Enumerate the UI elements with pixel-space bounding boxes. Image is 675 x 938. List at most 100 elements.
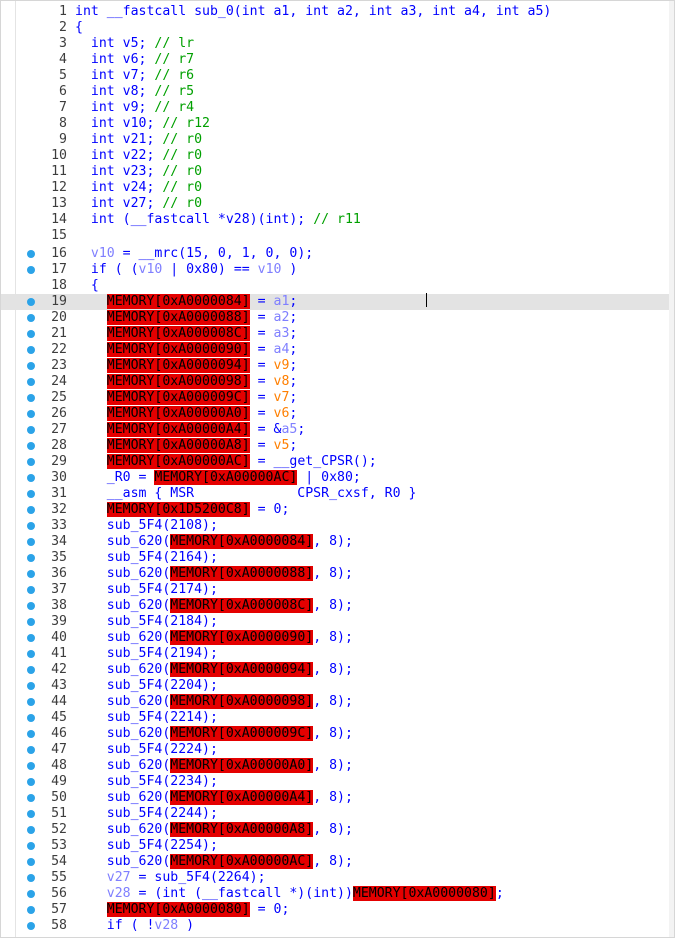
breakpoint-marker-icon[interactable]: [27, 522, 35, 530]
breakpoint-marker-icon[interactable]: [27, 362, 35, 370]
breakpoint-marker-icon[interactable]: [27, 442, 35, 450]
code-line[interactable]: 51 sub_5F4(2244);: [1, 806, 674, 822]
code-line[interactable]: 29 MEMORY[0xA00000AC] = __get_CPSR();: [1, 454, 674, 470]
breakpoint-marker-icon[interactable]: [27, 714, 35, 722]
variable[interactable]: a2: [274, 310, 290, 325]
code-text[interactable]: sub_620(MEMORY[0xA0000084], 8);: [75, 534, 353, 550]
code-line[interactable]: 58 if ( !v28 ): [1, 918, 674, 934]
memory-reference[interactable]: MEMORY[0xA00000AC]: [106, 454, 250, 469]
code-line[interactable]: 39 sub_5F4(2184);: [1, 614, 674, 630]
code-line[interactable]: 7 int v9; // r4: [1, 100, 674, 116]
code-line[interactable]: 3 int v5; // lr: [1, 36, 674, 52]
code-text[interactable]: MEMORY[0xA0000090] = a4;: [75, 342, 297, 358]
code-line[interactable]: 12 int v24; // r0: [1, 180, 674, 196]
code-line[interactable]: 31 __asm { MSR CPSR_cxsf, R0 }: [1, 486, 674, 502]
code-text[interactable]: sub_620(MEMORY[0xA000008C], 8);: [75, 598, 353, 614]
code-line[interactable]: 38 sub_620(MEMORY[0xA000008C], 8);: [1, 598, 674, 614]
code-line[interactable]: 53 sub_5F4(2254);: [1, 838, 674, 854]
breakpoint-marker-icon[interactable]: [27, 698, 35, 706]
code-text[interactable]: sub_5F4(2244);: [75, 806, 218, 822]
code-line[interactable]: 24 MEMORY[0xA0000098] = v8;: [1, 374, 674, 390]
code-line[interactable]: 50 sub_620(MEMORY[0xA00000A4], 8);: [1, 790, 674, 806]
code-text[interactable]: if ( !v28 ): [75, 918, 194, 934]
memory-reference[interactable]: MEMORY[0xA0000084]: [170, 534, 314, 549]
code-line[interactable]: 2{: [1, 20, 674, 36]
variable[interactable]: v10: [258, 262, 282, 277]
memory-reference[interactable]: MEMORY[0x1D5200C8]: [106, 502, 250, 517]
code-text[interactable]: int v22; // r0: [75, 148, 202, 164]
code-text[interactable]: MEMORY[0xA000008C] = a3;: [75, 326, 297, 342]
code-text[interactable]: sub_5F4(2214);: [75, 710, 218, 726]
code-line[interactable]: 30 _R0 = MEMORY[0xA00000AC] | 0x80;: [1, 470, 674, 486]
code-line[interactable]: 10 int v22; // r0: [1, 148, 674, 164]
memory-reference[interactable]: MEMORY[0xA000008C]: [106, 326, 250, 341]
breakpoint-marker-icon[interactable]: [27, 602, 35, 610]
pseudocode-view[interactable]: 1 int __fastcall sub_0(int a1, int a2, in…: [0, 0, 675, 938]
code-text[interactable]: sub_620(MEMORY[0xA0000094], 8);: [75, 662, 353, 678]
breakpoint-marker-icon[interactable]: [27, 858, 35, 866]
code-line[interactable]: 16 v10 = __mrc(15, 0, 1, 0, 0);: [1, 246, 674, 262]
breakpoint-marker-icon[interactable]: [27, 394, 35, 402]
code-line[interactable]: 49 sub_5F4(2234);: [1, 774, 674, 790]
variable[interactable]: v27: [75, 870, 131, 885]
code-text[interactable]: sub_5F4(2224);: [75, 742, 218, 758]
breakpoint-marker-icon[interactable]: [27, 586, 35, 594]
code-line[interactable]: 8 int v10; // r12: [1, 116, 674, 132]
memory-reference[interactable]: MEMORY[0xA0000088]: [106, 310, 250, 325]
code-line[interactable]: 45 sub_5F4(2214);: [1, 710, 674, 726]
variable[interactable]: v6: [274, 406, 290, 421]
code-line[interactable]: 14 int (__fastcall *v28)(int); // r11: [1, 212, 674, 228]
breakpoint-marker-icon[interactable]: [27, 298, 35, 306]
code-text[interactable]: MEMORY[0xA0000094] = v9;: [75, 358, 297, 374]
code-text[interactable]: {: [75, 20, 83, 36]
breakpoint-marker-icon[interactable]: [27, 538, 35, 546]
code-text[interactable]: MEMORY[0xA00000A0] = v6;: [75, 406, 297, 422]
variable[interactable]: v5: [274, 438, 290, 453]
code-text[interactable]: sub_620(MEMORY[0xA00000AC], 8);: [75, 854, 353, 870]
code-text[interactable]: int v7; // r6: [75, 68, 194, 84]
memory-reference[interactable]: MEMORY[0xA00000A4]: [170, 790, 314, 805]
memory-reference[interactable]: MEMORY[0xA00000A0]: [106, 406, 250, 421]
code-text[interactable]: if ( (v10 | 0x80) == v10 ): [75, 262, 297, 278]
code-line[interactable]: 17 if ( (v10 | 0x80) == v10 ): [1, 262, 674, 278]
breakpoint-marker-icon[interactable]: [27, 490, 35, 498]
code-line[interactable]: 56 v28 = (int (__fastcall *)(int))MEMORY…: [1, 886, 674, 902]
memory-reference[interactable]: MEMORY[0xA0000090]: [106, 342, 250, 357]
code-text[interactable]: int v21; // r0: [75, 132, 202, 148]
memory-reference[interactable]: MEMORY[0xA00000A8]: [106, 438, 250, 453]
code-line[interactable]: 1 int __fastcall sub_0(int a1, int a2, in…: [1, 4, 674, 20]
code-text[interactable]: MEMORY[0xA0000088] = a2;: [75, 310, 297, 326]
code-line[interactable]: 4 int v6; // r7: [1, 52, 674, 68]
variable[interactable]: v10: [75, 246, 115, 261]
breakpoint-marker-icon[interactable]: [27, 330, 35, 338]
code-text[interactable]: int v6; // r7: [75, 52, 194, 68]
variable[interactable]: a3: [274, 326, 290, 341]
breakpoint-marker-icon[interactable]: [27, 634, 35, 642]
breakpoint-marker-icon[interactable]: [27, 842, 35, 850]
breakpoint-marker-icon[interactable]: [27, 794, 35, 802]
code-text[interactable]: sub_5F4(2164);: [75, 550, 218, 566]
breakpoint-marker-icon[interactable]: [27, 666, 35, 674]
code-line[interactable]: 41 sub_5F4(2194);: [1, 646, 674, 662]
code-line-current[interactable]: 19 MEMORY[0xA0000084] = a1;: [1, 294, 674, 310]
code-text[interactable]: MEMORY[0xA00000AC] = __get_CPSR();: [75, 454, 377, 470]
code-line[interactable]: 26 MEMORY[0xA00000A0] = v6;: [1, 406, 674, 422]
code-line[interactable]: 37 sub_5F4(2174);: [1, 582, 674, 598]
memory-reference[interactable]: MEMORY[0xA000008C]: [170, 598, 314, 613]
memory-reference[interactable]: MEMORY[0xA000009C]: [106, 390, 250, 405]
code-text[interactable]: sub_620(MEMORY[0xA00000A4], 8);: [75, 790, 353, 806]
code-line[interactable]: 5 int v7; // r6: [1, 68, 674, 84]
memory-reference[interactable]: MEMORY[0xA0000080]: [106, 902, 250, 917]
variable[interactable]: v9: [274, 358, 290, 373]
breakpoint-marker-icon[interactable]: [27, 410, 35, 418]
breakpoint-marker-icon[interactable]: [27, 474, 35, 482]
code-text[interactable]: MEMORY[0xA00000A8] = v5;: [75, 438, 297, 454]
code-line[interactable]: 55 v27 = sub_5F4(2264);: [1, 870, 674, 886]
code-text[interactable]: int v10; // r12: [75, 116, 210, 132]
code-text[interactable]: MEMORY[0x1D5200C8] = 0;: [75, 502, 289, 518]
code-text[interactable]: sub_5F4(2234);: [75, 774, 218, 790]
breakpoint-marker-icon[interactable]: [27, 778, 35, 786]
code-line[interactable]: 34 sub_620(MEMORY[0xA0000084], 8);: [1, 534, 674, 550]
code-text[interactable]: int v27; // r0: [75, 196, 202, 212]
code-line[interactable]: 46 sub_620(MEMORY[0xA000009C], 8);: [1, 726, 674, 742]
